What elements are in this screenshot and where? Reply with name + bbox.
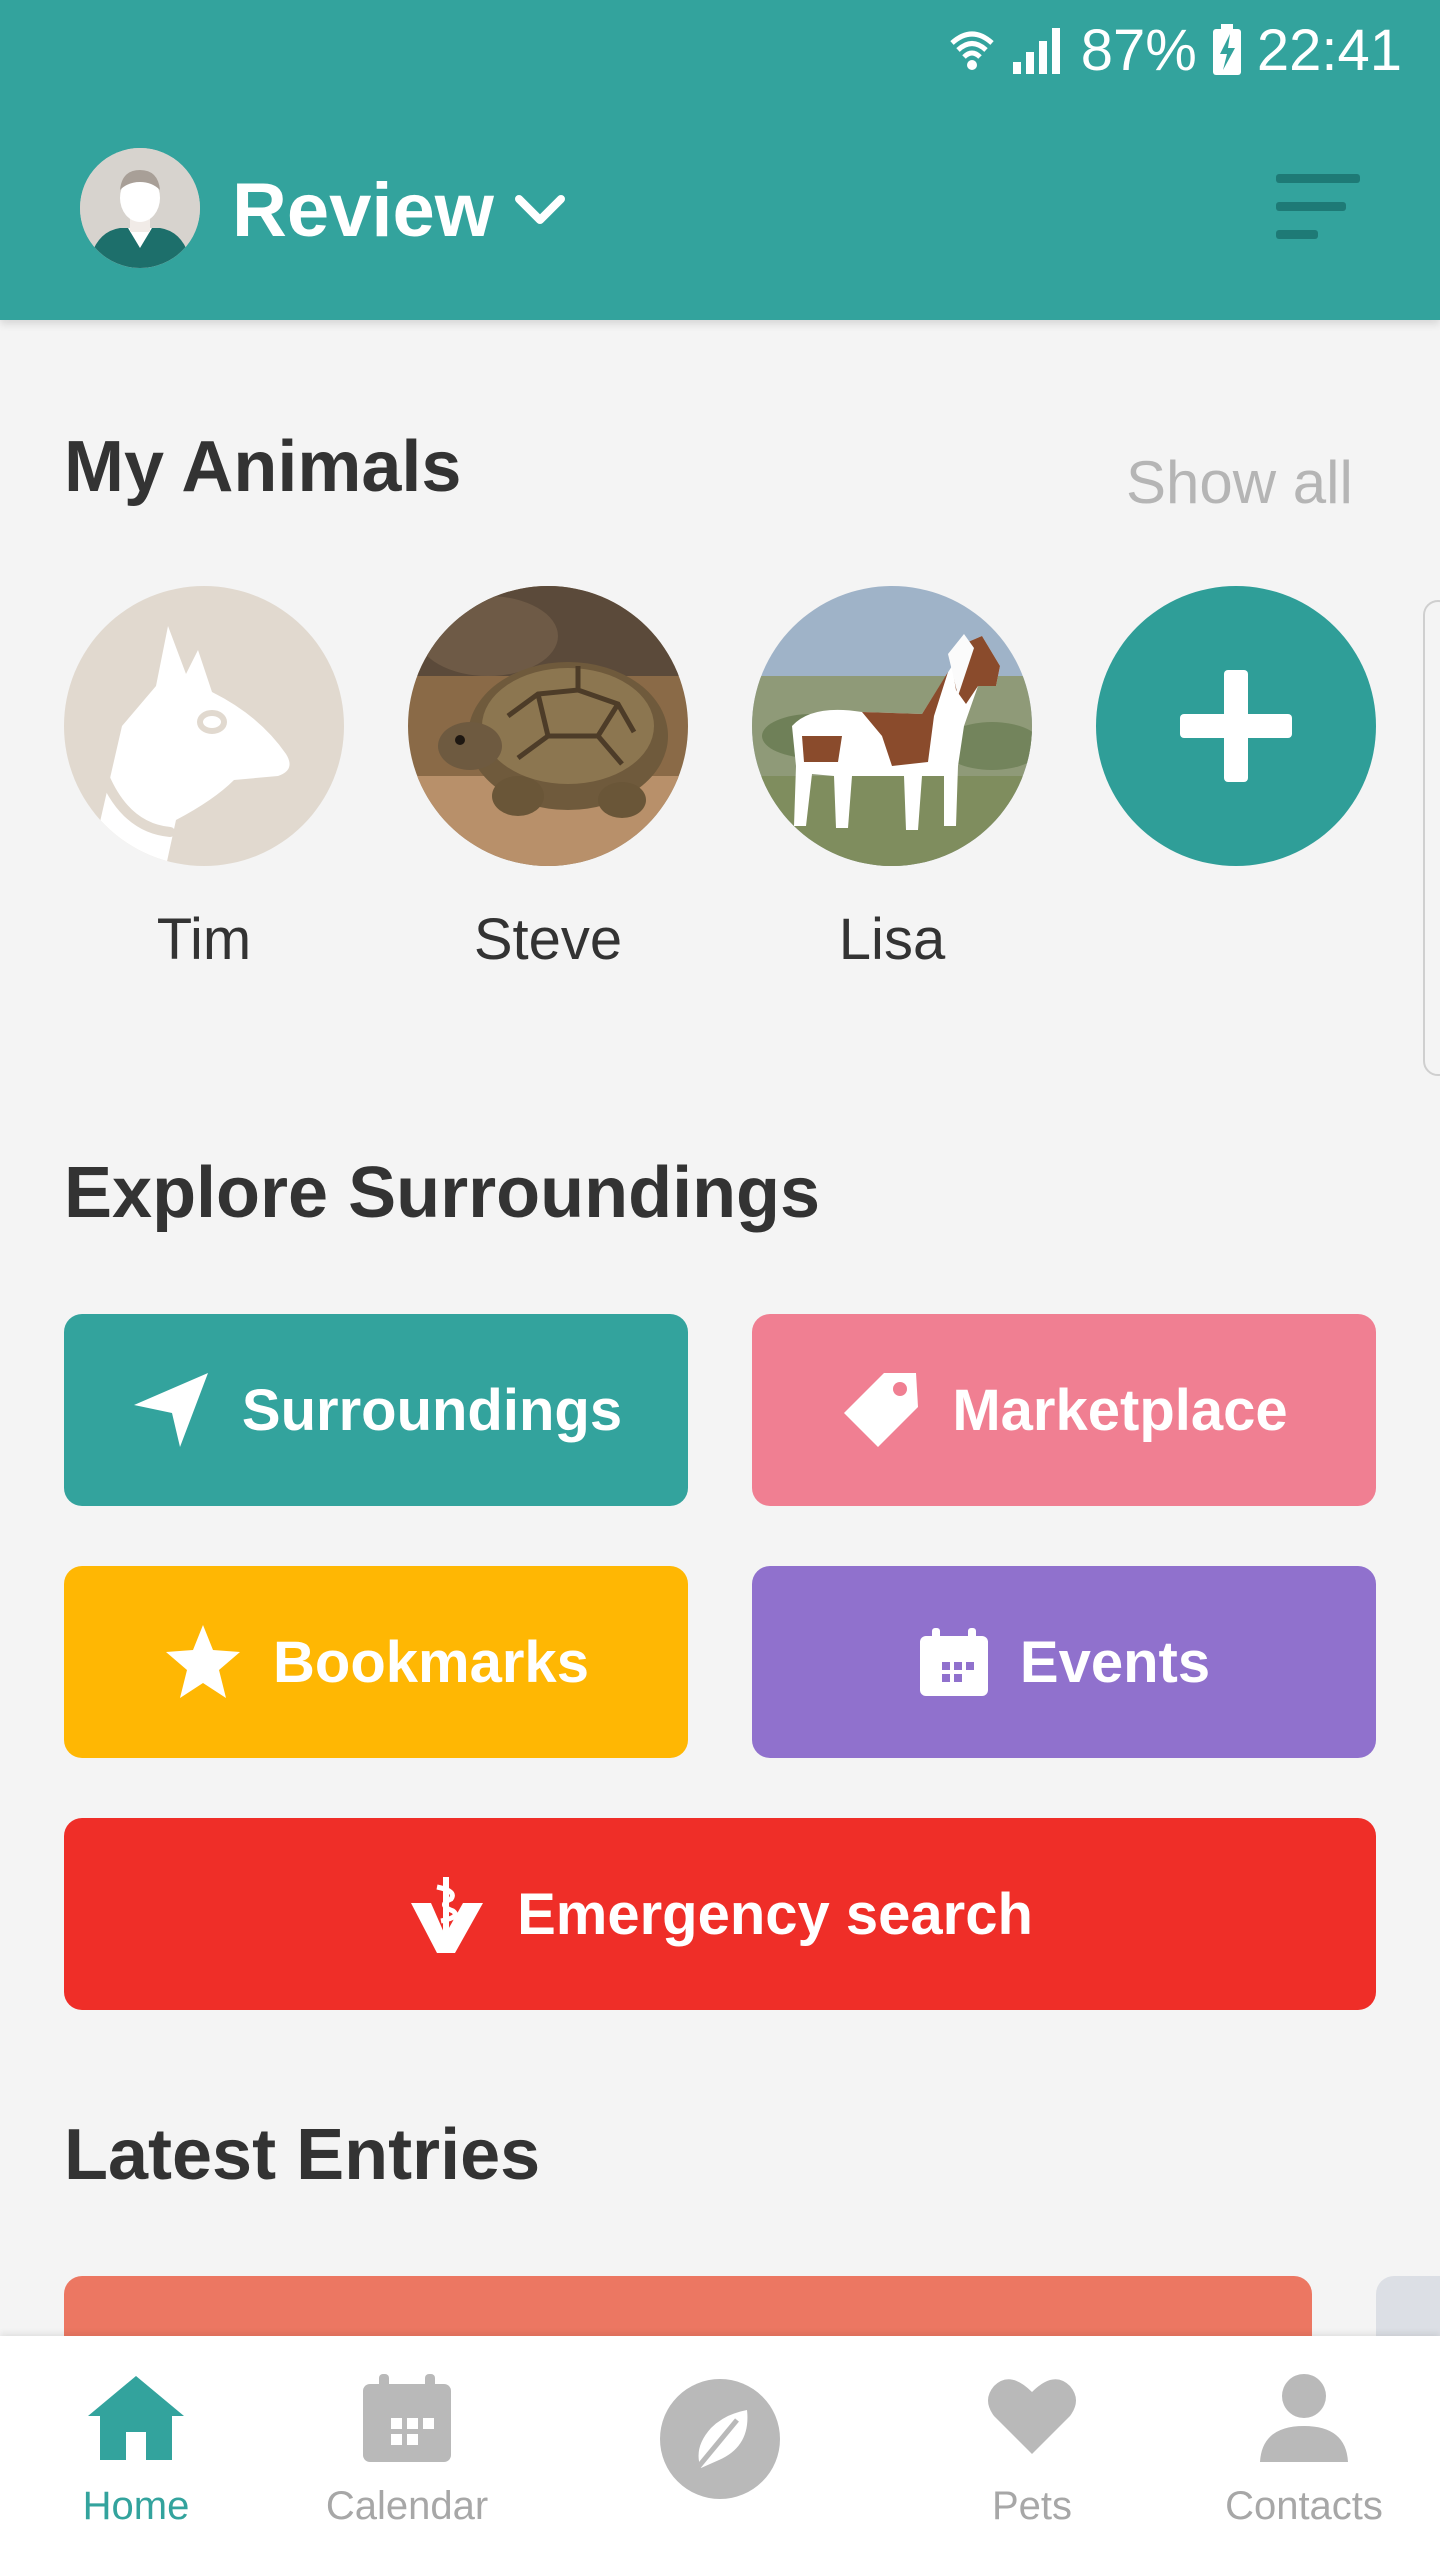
signal-icon <box>1012 28 1060 74</box>
animal-card-lisa[interactable]: Lisa <box>752 586 1032 973</box>
nav-contacts[interactable]: Contacts <box>1174 2336 1434 2560</box>
add-animal-button[interactable] <box>1096 586 1376 866</box>
wifi-icon <box>950 31 994 70</box>
scroll-edge-indicator <box>1423 600 1440 1076</box>
nav-home[interactable]: Home <box>6 2336 266 2560</box>
animal-photo-lisa <box>752 586 1032 866</box>
nav-contacts-label: Contacts <box>1225 2484 1383 2528</box>
account-name: Review <box>232 167 494 253</box>
battery-percentage: 87% <box>1080 17 1197 83</box>
plus-icon <box>1180 670 1292 782</box>
user-avatar-icon <box>80 148 200 268</box>
calendar-icon <box>363 2374 451 2462</box>
my-animals-title: My Animals <box>64 427 462 507</box>
heart-icon <box>988 2379 1076 2454</box>
marketplace-label: Marketplace <box>952 1377 1288 1443</box>
bookmarks-button[interactable]: Bookmarks <box>64 1566 688 1758</box>
nav-home-label: Home <box>82 2484 190 2528</box>
animal-photo-steve <box>408 586 688 866</box>
tag-icon <box>844 1373 919 1447</box>
home-icon <box>88 2376 184 2460</box>
animal-avatar-tim <box>64 586 344 866</box>
marketplace-button[interactable]: Marketplace <box>752 1314 1376 1506</box>
nav-calendar[interactable]: Calendar <box>277 2336 537 2560</box>
vet-logo-icon <box>411 1877 484 1953</box>
battery-charging-icon <box>1212 24 1241 75</box>
surroundings-button[interactable]: Surroundings <box>64 1314 688 1506</box>
emergency-search-button[interactable]: Emergency search <box>64 1818 1376 2010</box>
bottom-navigation: Home Calendar Pets Contacts <box>0 2336 1440 2560</box>
star-icon <box>166 1625 241 1698</box>
events-button[interactable]: Events <box>752 1566 1376 1758</box>
tortoise-photo-icon <box>408 586 688 866</box>
animal-name-tim: Tim <box>156 907 252 972</box>
clock: 22:41 <box>1256 17 1402 83</box>
nav-pets-label: Pets <box>991 2484 1073 2528</box>
nav-pets[interactable]: Pets <box>902 2336 1162 2560</box>
app-header: 87% 22:41 Review <box>0 0 1440 320</box>
nav-explore[interactable] <box>590 2336 850 2560</box>
status-bar: 87% 22:41 <box>947 17 1402 83</box>
animal-card-tim[interactable]: Tim <box>64 586 344 973</box>
chevron-down-icon <box>514 195 565 224</box>
dog-silhouette-icon <box>64 586 344 866</box>
surroundings-label: Surroundings <box>241 1377 623 1443</box>
latest-entries-title: Latest Entries <box>64 2115 541 2195</box>
animal-name-steve: Steve <box>473 907 623 972</box>
horse-photo-icon <box>752 586 1032 866</box>
show-all-link[interactable]: Show all <box>1126 448 1353 517</box>
person-icon <box>1260 2374 1348 2462</box>
compass-icon <box>660 2379 780 2499</box>
emergency-search-label: Emergency search <box>517 1881 1033 1947</box>
nav-calendar-label: Calendar <box>325 2484 489 2528</box>
explore-title: Explore Surroundings <box>64 1153 821 1233</box>
account-switcher[interactable]: Review <box>232 164 566 256</box>
user-avatar[interactable] <box>80 148 200 268</box>
bookmarks-label: Bookmarks <box>273 1629 589 1695</box>
navigation-arrow-icon <box>133 1373 208 1447</box>
app-screen: 87% 22:41 Review My Animals Show all Tim… <box>0 0 1440 2560</box>
animal-name-lisa: Lisa <box>838 907 946 972</box>
menu-icon[interactable] <box>1276 172 1360 244</box>
calendar-icon <box>919 1628 988 1696</box>
events-label: Events <box>1019 1629 1211 1695</box>
animal-card-steve[interactable]: Steve <box>408 586 688 973</box>
